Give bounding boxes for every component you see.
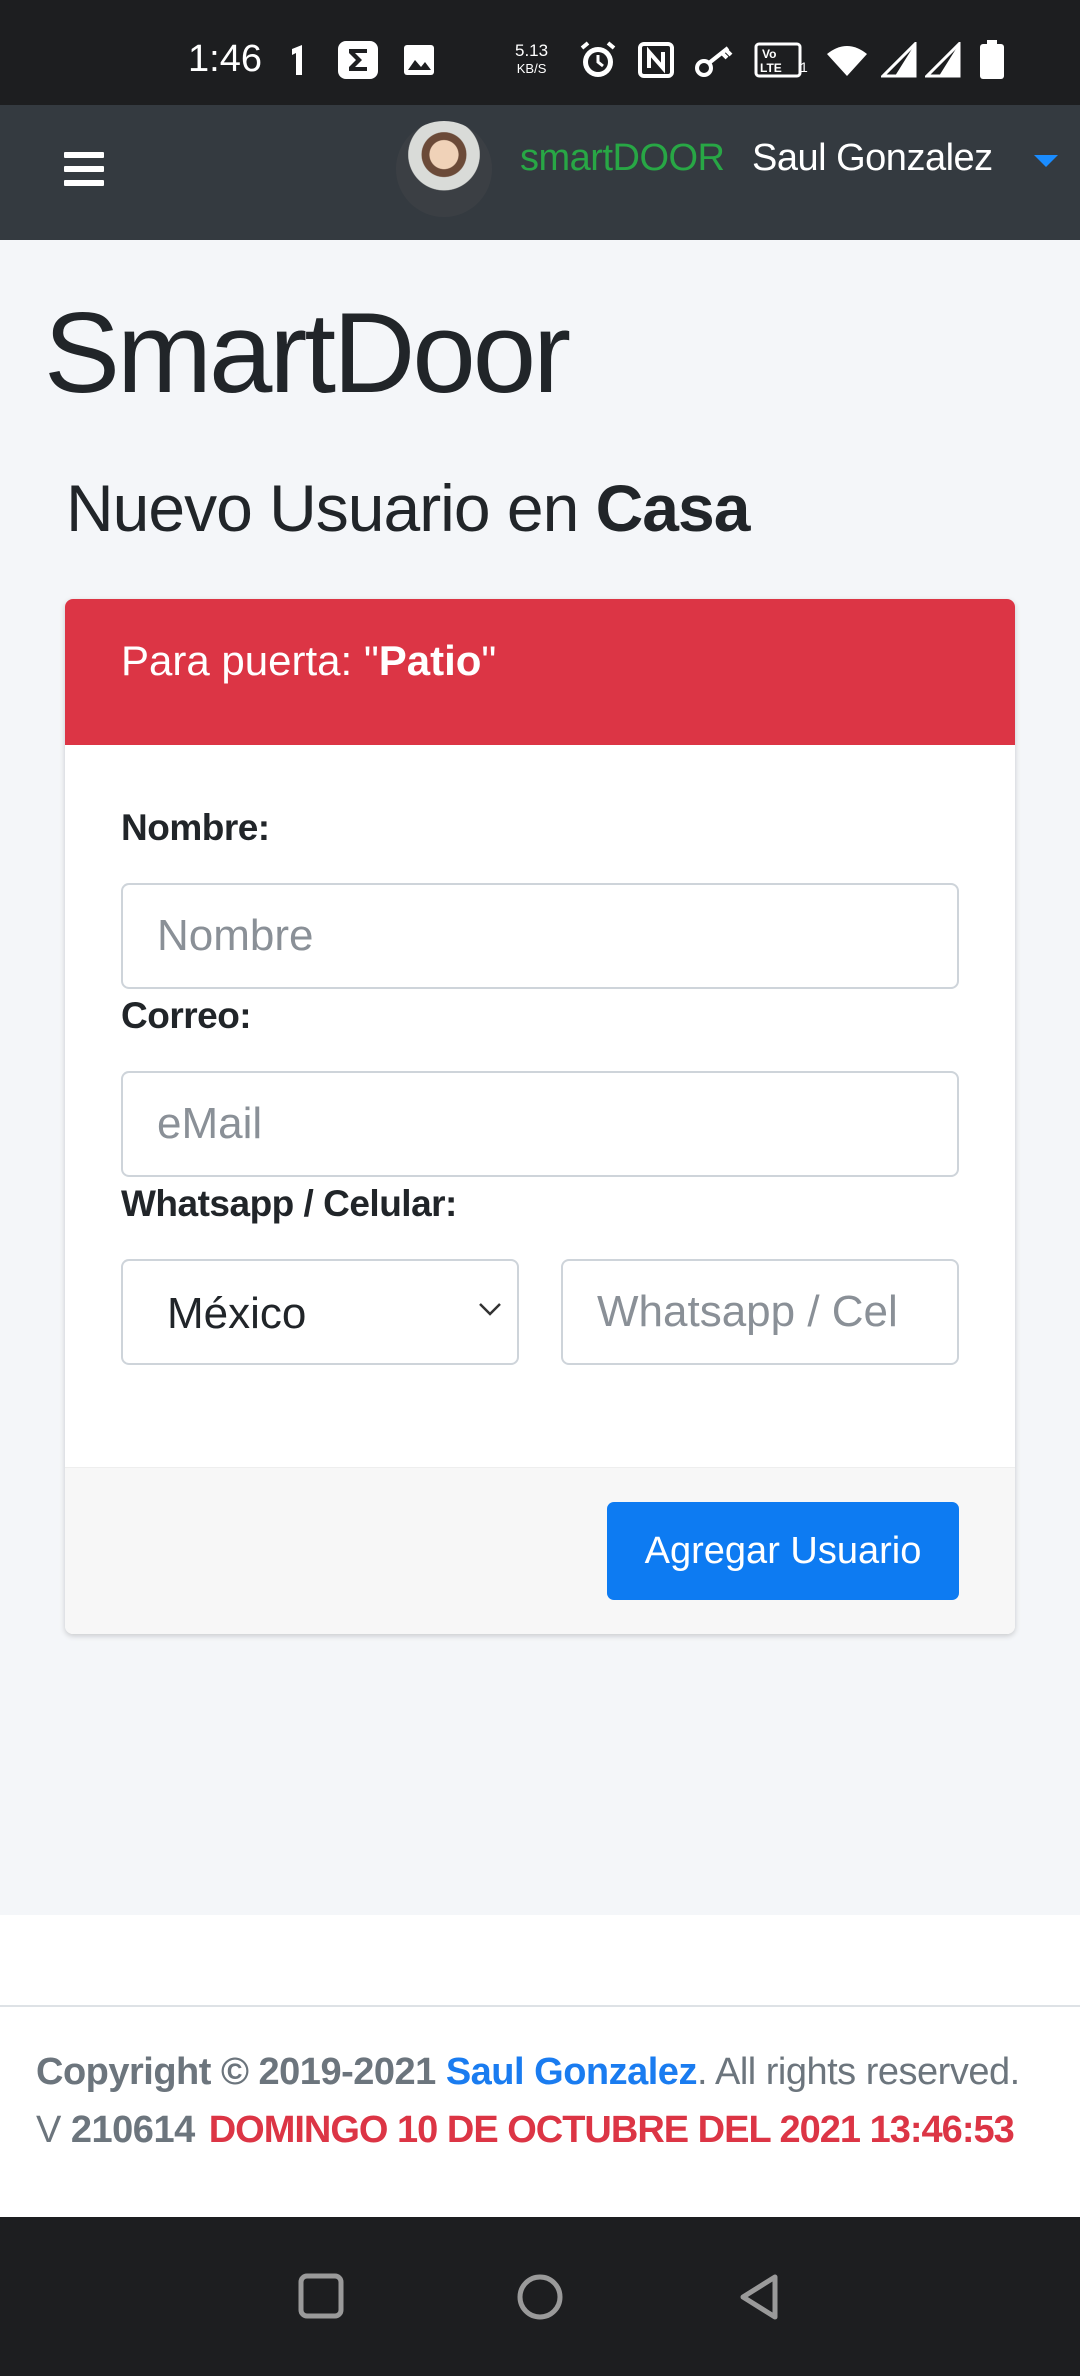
card-header: Para puerta: "Patio": [65, 599, 1015, 745]
net-speed: 5.13 KB/S: [515, 42, 548, 77]
copyright-line: Copyright © 2019-2021 Saul Gonzalez. All…: [36, 2051, 1020, 2094]
author-link[interactable]: Saul Gonzalez: [446, 2051, 698, 2093]
volte-icon: Vo LTE 1: [754, 40, 808, 80]
notification-1-icon: [284, 40, 312, 80]
datetime-text: DOMINGO 10 DE OCTUBRE DEL 2021 13:46:53: [208, 2109, 1015, 2151]
new-user-card: Para puerta: "Patio" Nombre: Correo: Wha…: [65, 599, 1015, 1634]
nfc-icon: [636, 40, 676, 80]
version-prefix: V: [36, 2109, 71, 2151]
brand-name: smartDOOR: [520, 137, 725, 179]
gallery-icon: [400, 40, 438, 80]
svg-text:LTE: LTE: [760, 61, 782, 75]
avatar[interactable]: [396, 121, 492, 217]
subtitle-prefix: Nuevo Usuario en: [66, 471, 596, 545]
status-time: 1:46: [188, 38, 262, 80]
net-speed-value: 5.13: [515, 41, 549, 60]
net-speed-unit: KB/S: [516, 61, 547, 76]
svg-text:Vo: Vo: [762, 47, 776, 61]
phone-input[interactable]: [561, 1259, 959, 1365]
name-input[interactable]: [121, 883, 959, 989]
caret-down-icon[interactable]: [1034, 155, 1058, 167]
country-select[interactable]: México: [121, 1259, 519, 1365]
copyright-text: Copyright © 2019-2021: [36, 2051, 446, 2093]
footer-spacer: [0, 1915, 1080, 2005]
alarm-icon: [576, 40, 620, 80]
page-footer: Copyright © 2019-2021 Saul Gonzalez. All…: [0, 2005, 1080, 2217]
page-subtitle: Nuevo Usuario en Casa: [66, 470, 751, 546]
subtitle-house: Casa: [595, 471, 751, 545]
card-footer: Agregar Usuario: [65, 1467, 1015, 1634]
email-input[interactable]: [121, 1071, 959, 1177]
door-suffix: ": [481, 637, 497, 684]
recents-icon[interactable]: [297, 2272, 345, 2320]
svg-text:1: 1: [800, 59, 808, 75]
card-body: Nombre: Correo: Whatsapp / Celular: Méxi…: [65, 745, 1015, 1467]
country-selected: México: [167, 1289, 307, 1338]
door-name: Patio: [378, 637, 482, 684]
app-navbar: smartDOOR Saul Gonzalez: [0, 105, 1080, 240]
name-label: Nombre:: [121, 807, 270, 848]
door-prefix: Para puerta: ": [121, 637, 379, 684]
hamburger-icon[interactable]: [64, 152, 104, 190]
chevron-down-icon: [479, 1303, 501, 1316]
version-number: 210614: [70, 2109, 195, 2151]
email-label: Correo:: [121, 995, 252, 1036]
main-content: SmartDoor Nuevo Usuario en Casa Para pue…: [0, 240, 1080, 1915]
user-name[interactable]: Saul Gonzalez: [752, 137, 993, 180]
system-nav-bar: [0, 2217, 1080, 2376]
signal-icon: [880, 40, 918, 80]
version-line: V 210614 DOMINGO 10 DE OCTUBRE DEL 2021 1…: [36, 2109, 1015, 2152]
status-bar: 1:46 5.13 KB/S Vo LTE 1: [0, 0, 1080, 105]
home-icon[interactable]: [515, 2272, 565, 2322]
signal-icon: [924, 40, 962, 80]
add-user-button[interactable]: Agregar Usuario: [607, 1502, 959, 1600]
back-icon[interactable]: [735, 2272, 783, 2322]
battery-icon: [976, 40, 1008, 80]
page-title: SmartDoor: [44, 290, 571, 417]
rights-text: . All rights reserved.: [696, 2051, 1020, 2093]
sigma-app-icon: [336, 40, 380, 80]
phone-label: Whatsapp / Celular:: [121, 1183, 457, 1224]
key-icon: [692, 40, 740, 80]
wifi-icon: [824, 40, 870, 80]
